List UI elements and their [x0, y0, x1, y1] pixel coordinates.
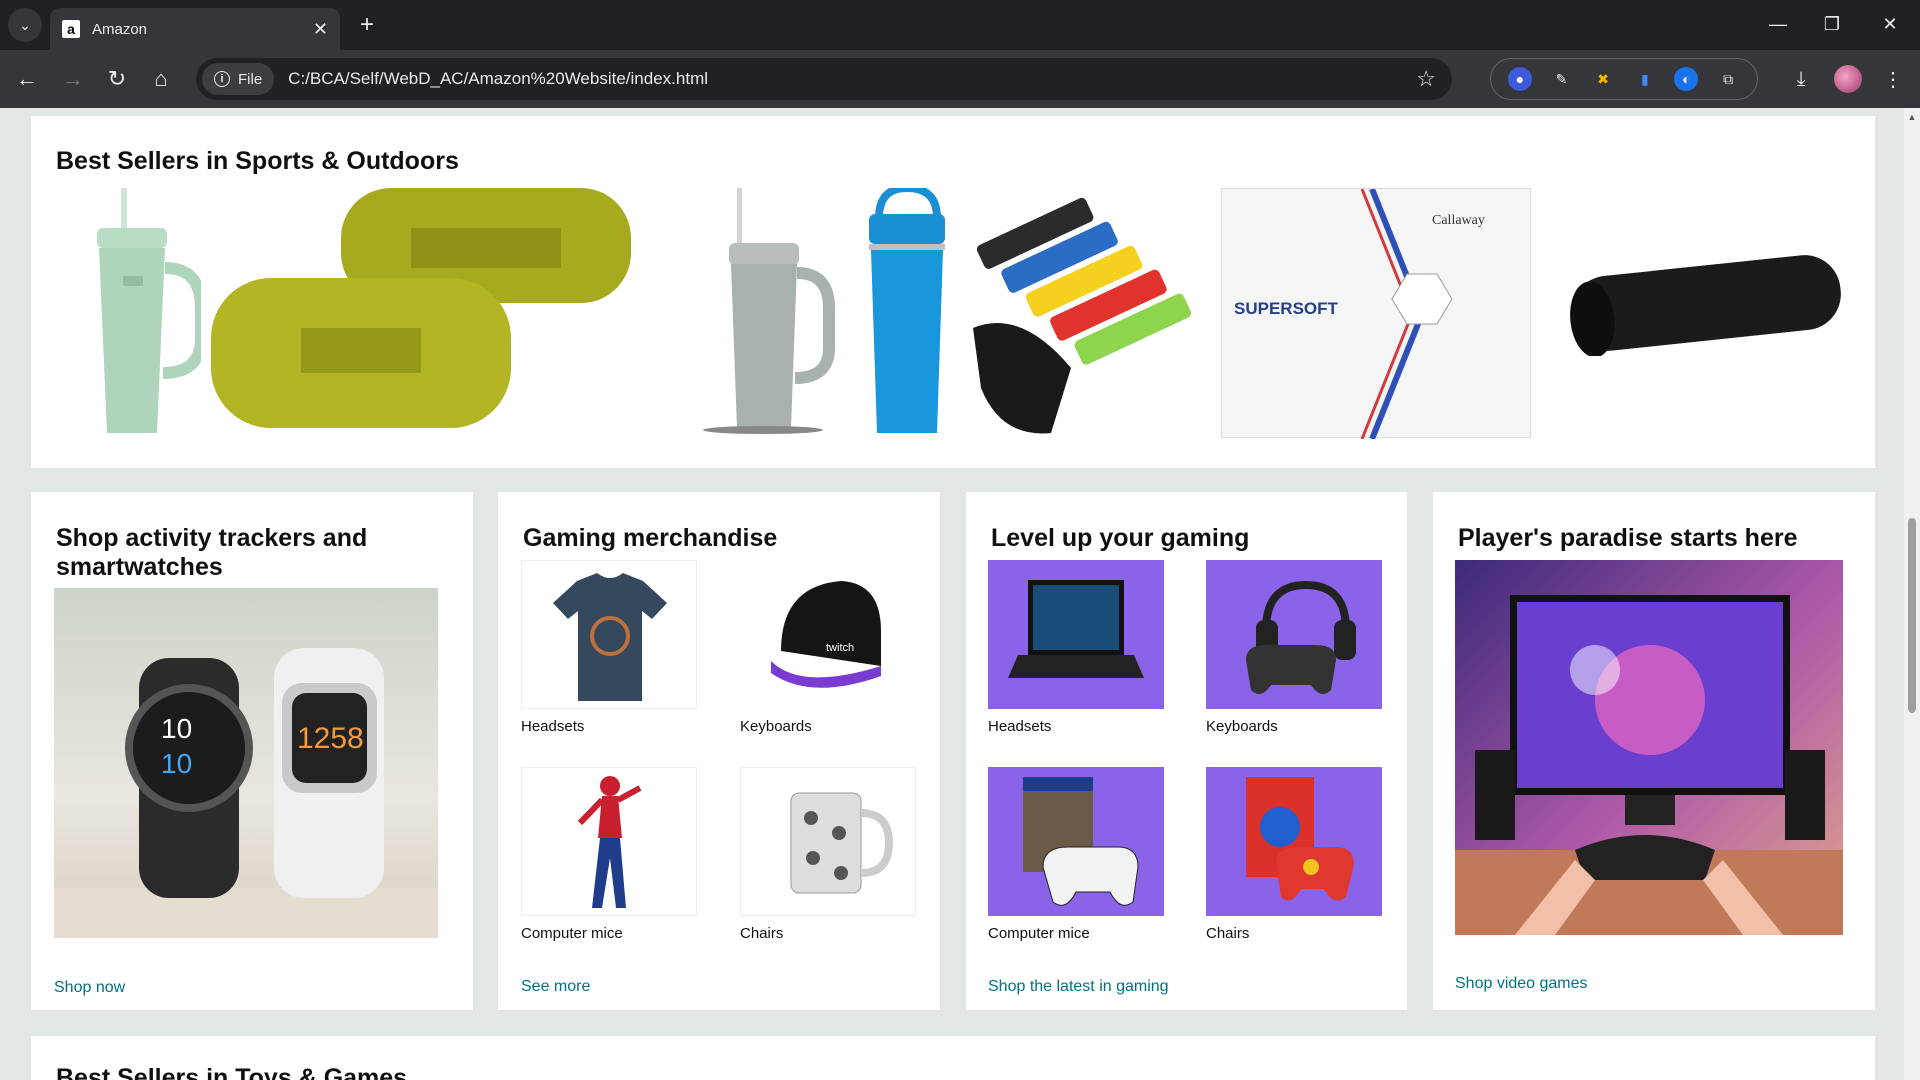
merch-spiderman-image[interactable]: [521, 767, 697, 916]
tab-search-button[interactable]: ⌄: [8, 8, 42, 42]
page-scrollbar[interactable]: ▲: [1904, 108, 1920, 1080]
level-up-gaming-title: Level up your gaming: [991, 524, 1250, 552]
extensions-group: ● ✎ ✖ ▮ ◐ ⧉: [1490, 58, 1758, 100]
page-viewport: Best Sellers in Sports & Outdoors SUPERS…: [0, 108, 1904, 1080]
activity-trackers-card: Shop activity trackers and smartwatches …: [31, 492, 473, 1010]
url-text[interactable]: C:/BCA/Self/WebD_AC/Amazon%20Website/ind…: [288, 69, 1416, 89]
players-paradise-card: Player's paradise starts here Shop video…: [1433, 492, 1875, 1010]
merch-cap-image[interactable]: twitch: [740, 560, 916, 709]
svg-text:twitch: twitch: [826, 642, 854, 654]
restore-button[interactable]: ❐: [1812, 6, 1852, 42]
merch-mug-image[interactable]: [740, 767, 916, 916]
gaming-merchandise-card: Gaming merchandise Headsets twitch Keybo…: [498, 492, 940, 1010]
svg-text:Callaway: Callaway: [1432, 213, 1485, 228]
merch-caption-1[interactable]: Headsets: [521, 718, 584, 735]
see-more-link[interactable]: See more: [521, 978, 590, 996]
bookmark-star-icon[interactable]: ☆: [1416, 66, 1436, 92]
site-info-chip[interactable]: i File: [202, 63, 275, 95]
ps5-game-image[interactable]: [988, 767, 1164, 916]
headset-controller-image[interactable]: [1206, 560, 1382, 709]
gaming-laptop-image[interactable]: [988, 560, 1164, 709]
levelup-caption-2[interactable]: Keyboards: [1206, 718, 1278, 735]
forward-button[interactable]: →: [56, 62, 90, 96]
minimize-button[interactable]: —: [1758, 6, 1798, 42]
tab-title: Amazon: [92, 20, 148, 38]
tab-strip: ⌄ a Amazon ✕ + — ❐ ✕: [0, 0, 1920, 50]
level-up-gaming-card: Level up your gaming Headsets Keyboards …: [966, 492, 1407, 1010]
levelup-caption-3[interactable]: Computer mice: [988, 925, 1090, 942]
profile-avatar[interactable]: [1834, 65, 1862, 93]
arrow-right-icon: →: [62, 66, 84, 91]
best-sellers-sports-title: Best Sellers in Sports & Outdoors: [56, 147, 459, 175]
site-info-label: File: [238, 70, 263, 88]
shop-now-link[interactable]: Shop now: [54, 979, 125, 997]
product-tumbler-blue[interactable]: [857, 188, 957, 438]
best-sellers-toys-title: Best Sellers in Toys & Games: [56, 1064, 408, 1080]
docs-icon[interactable]: ▮: [1633, 67, 1657, 91]
browser-toolbar: ← → ↻ ⌂ i File C:/BCA/Self/WebD_AC/Amazo…: [0, 50, 1920, 108]
tab-amazon[interactable]: a Amazon ✕: [50, 8, 340, 50]
shop-latest-gaming-link[interactable]: Shop the latest in gaming: [988, 978, 1169, 996]
svg-text:SUPERSOFT: SUPERSOFT: [1234, 299, 1339, 318]
reload-button[interactable]: ↻: [100, 62, 134, 96]
arrow-left-icon: ←: [16, 66, 38, 91]
players-paradise-title: Player's paradise starts here: [1458, 524, 1798, 552]
best-sellers-sports-card: Best Sellers in Sports & Outdoors SUPERS…: [31, 116, 1875, 468]
best-sellers-toys-card: Best Sellers in Toys & Games: [31, 1036, 1875, 1080]
address-bar[interactable]: i File C:/BCA/Self/WebD_AC/Amazon%20Webs…: [196, 58, 1452, 100]
smartwatches-image[interactable]: 10 10 1258: [54, 588, 438, 938]
svg-text:10: 10: [161, 713, 192, 744]
gaming-setup-image[interactable]: [1455, 560, 1843, 935]
info-icon: i: [214, 71, 230, 87]
merch-caption-2[interactable]: Keyboards: [740, 718, 812, 735]
gaming-merchandise-title: Gaming merchandise: [523, 524, 778, 552]
scrollbar-thumb[interactable]: [1908, 518, 1916, 713]
merch-caption-4[interactable]: Chairs: [740, 925, 783, 942]
extension-circle-icon[interactable]: ◐: [1674, 67, 1699, 91]
chevron-down-icon: ⌄: [19, 16, 31, 33]
product-tumbler-grey[interactable]: [697, 188, 837, 438]
levelup-caption-1[interactable]: Headsets: [988, 718, 1051, 735]
home-icon: ⌂: [154, 66, 168, 91]
close-icon[interactable]: ✕: [313, 19, 328, 40]
extension-ghost-icon[interactable]: ●: [1507, 67, 1532, 91]
eyedropper-icon[interactable]: ✎: [1549, 67, 1573, 91]
close-window-button[interactable]: ✕: [1870, 6, 1910, 42]
product-golf-balls[interactable]: SUPERSOFT Callaway: [1221, 187, 1531, 441]
svg-text:10: 10: [161, 748, 192, 779]
svg-text:1258: 1258: [297, 722, 364, 755]
menu-kebab-icon[interactable]: ⋮: [1876, 62, 1910, 96]
scroll-up-icon[interactable]: ▲: [1907, 112, 1917, 122]
product-tumbler-green[interactable]: [71, 188, 201, 438]
product-resistance-bands[interactable]: [961, 188, 1201, 438]
merch-caption-3[interactable]: Computer mice: [521, 925, 623, 942]
download-icon[interactable]: ⤓: [1784, 62, 1818, 96]
amazon-favicon-icon: a: [62, 20, 80, 38]
merch-tshirt-image[interactable]: [521, 560, 697, 709]
new-tab-button[interactable]: +: [352, 10, 382, 40]
reload-icon: ↻: [107, 66, 127, 91]
product-dumbbells[interactable]: [211, 188, 681, 433]
sonic-switch-image[interactable]: [1206, 767, 1382, 916]
puzzle-extensions-icon[interactable]: ⧉: [1716, 67, 1740, 91]
back-button[interactable]: ←: [10, 62, 44, 96]
shop-video-games-link[interactable]: Shop video games: [1455, 975, 1588, 993]
levelup-caption-4[interactable]: Chairs: [1206, 925, 1249, 942]
product-foam-roller[interactable]: [1551, 246, 1851, 356]
extension-cross-icon[interactable]: ✖: [1591, 67, 1615, 91]
activity-trackers-title: Shop activity trackers and smartwatches: [56, 524, 368, 581]
home-button[interactable]: ⌂: [144, 62, 178, 96]
